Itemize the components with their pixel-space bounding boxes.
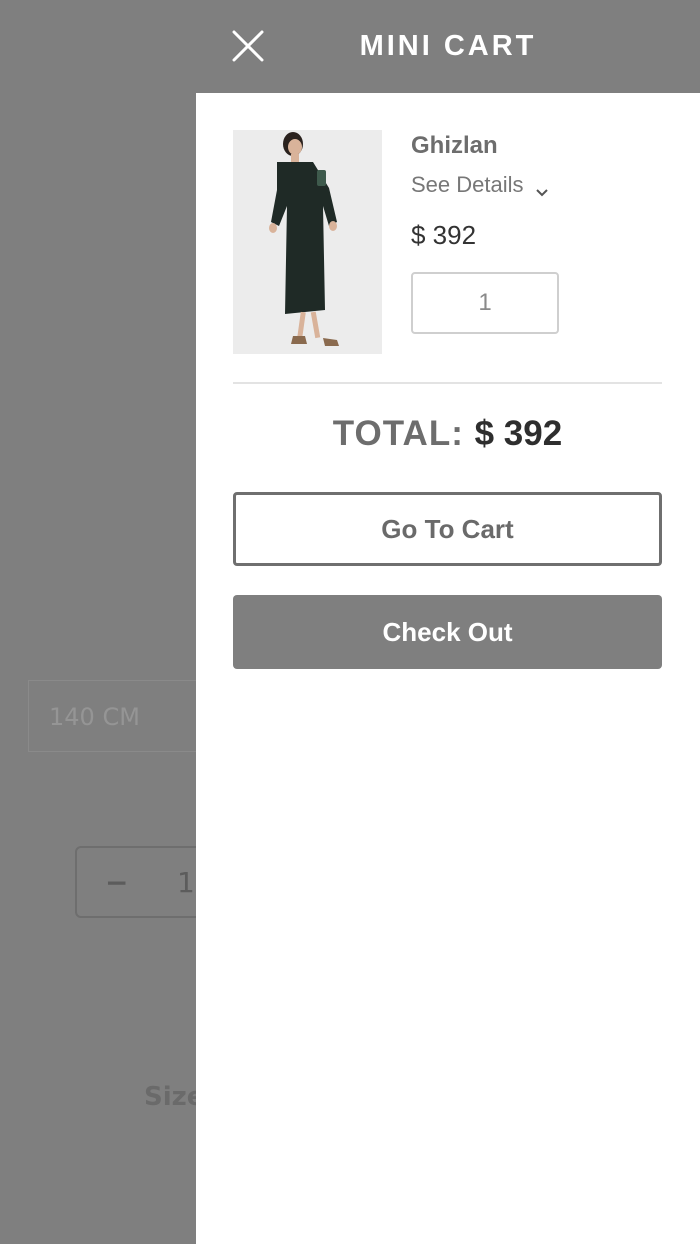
product-image[interactable] bbox=[233, 130, 382, 354]
checkout-button[interactable]: Check Out bbox=[233, 595, 662, 669]
see-details-link[interactable]: See Details bbox=[411, 172, 548, 198]
total-label: TOTAL: bbox=[332, 414, 475, 453]
total-row: TOTAL: $ 392 bbox=[233, 408, 662, 460]
quantity-input[interactable]: 1 bbox=[411, 272, 559, 334]
product-photo bbox=[233, 130, 382, 354]
mini-cart-drawer: MINI CART Ghizlan See Details $ 392 1 TO… bbox=[196, 0, 700, 1244]
go-to-cart-button[interactable]: Go To Cart bbox=[233, 492, 662, 566]
see-details-label: See Details bbox=[411, 172, 524, 197]
item-price: $ 392 bbox=[411, 220, 477, 250]
total-value: $ 392 bbox=[474, 414, 563, 453]
size-select-value: 140 CM bbox=[49, 703, 140, 731]
product-name[interactable]: Ghizlan bbox=[411, 132, 498, 160]
close-button[interactable] bbox=[228, 26, 268, 66]
chevron-down-icon bbox=[535, 179, 548, 197]
cart-item: Ghizlan See Details $ 392 1 bbox=[233, 130, 663, 354]
quantity-value: 1 bbox=[177, 866, 195, 899]
mini-cart-title: MINI CART bbox=[359, 30, 537, 62]
divider bbox=[233, 382, 662, 384]
close-icon bbox=[232, 30, 264, 62]
decrement-button: − bbox=[105, 866, 129, 899]
app-root: 140 CM − 1 Size MINI CART Ghizlan See De… bbox=[0, 0, 700, 1244]
mini-cart-header: MINI CART bbox=[196, 0, 700, 93]
